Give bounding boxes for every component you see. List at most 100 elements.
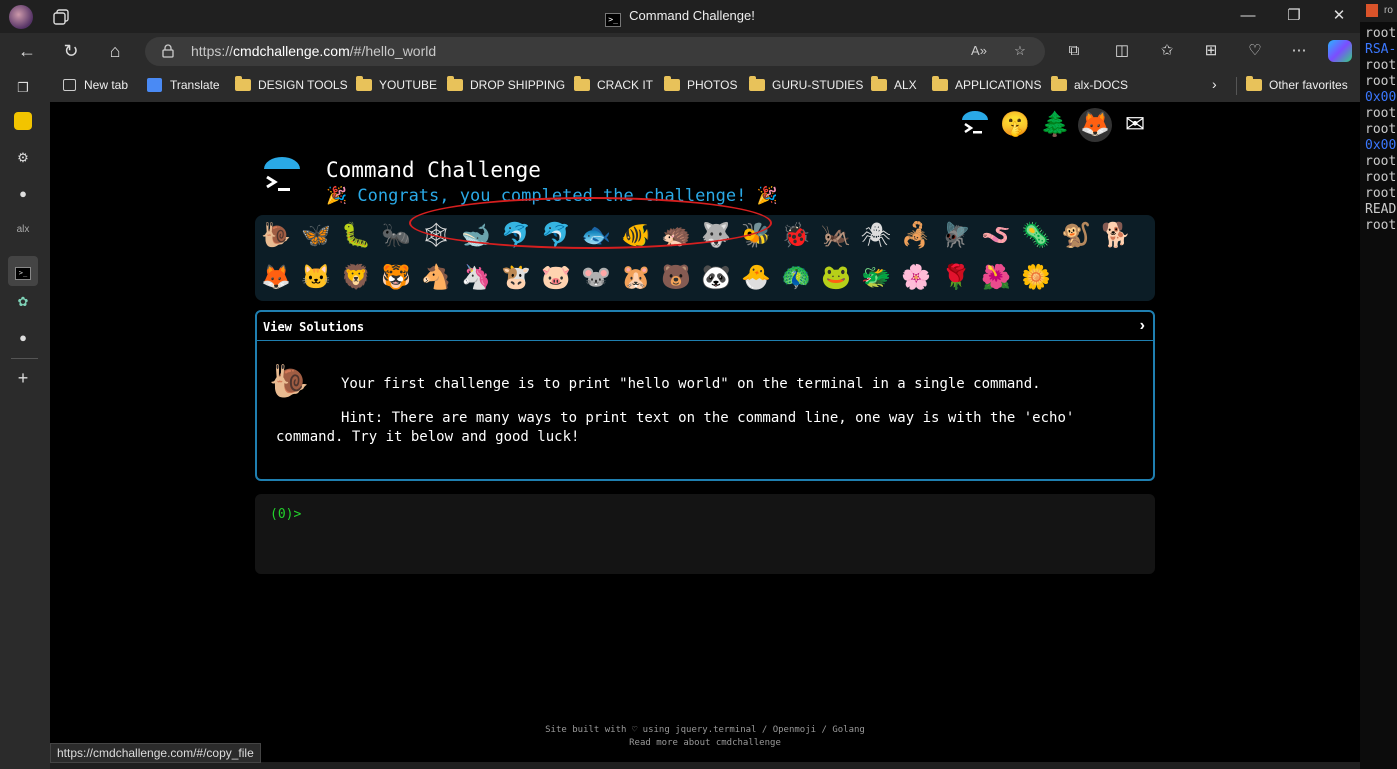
badge-cricket-icon[interactable]: 🦗 (819, 219, 853, 253)
favorite-design-tools[interactable]: DESIGN TOOLS (235, 76, 348, 92)
mail-icon[interactable]: ✉ (1118, 108, 1152, 142)
terminal[interactable]: (0)> (255, 494, 1155, 574)
badge-blossom-icon[interactable]: 🌸 (899, 261, 933, 295)
badge-horse-icon[interactable]: 🐴 (419, 261, 453, 295)
view-solutions-toggle[interactable]: View Solutions › (257, 312, 1153, 341)
badge-lion-icon[interactable]: 🦁 (339, 261, 373, 295)
close-button[interactable]: ✕ (1329, 6, 1349, 26)
terminal-line: root (1365, 218, 1397, 233)
terminal-title-text: ro (1384, 5, 1393, 16)
translate-icon (147, 78, 162, 92)
terminal-line: root (1365, 26, 1397, 41)
more-menu-icon[interactable]: ⋯ (1288, 40, 1310, 62)
read-aloud-icon[interactable]: A» (969, 41, 989, 61)
chevron-right-icon[interactable]: › (1140, 317, 1145, 335)
badge-cow-icon[interactable]: 🐮 (499, 261, 533, 295)
chatgpt-icon[interactable]: ✿ (13, 292, 33, 312)
back-button[interactable]: ← (15, 40, 39, 64)
badge-bear-icon[interactable]: 🐻 (659, 261, 693, 295)
lock-icon[interactable] (162, 44, 174, 58)
folder-icon (932, 76, 948, 91)
favorite-alx[interactable]: ALX (871, 76, 917, 92)
badge-mouse-icon[interactable]: 🐭 (579, 261, 613, 295)
alx-icon[interactable]: alx (13, 220, 33, 240)
badge-dragon-icon[interactable]: 🐲 (859, 261, 893, 295)
split-screen-icon[interactable]: ◫ (1111, 40, 1133, 62)
sidebar-divider (11, 358, 38, 359)
badge-rose-icon[interactable]: 🌹 (939, 261, 973, 295)
url-text[interactable]: https://cmdchallenge.com/#/hello_world (191, 43, 436, 59)
github-icon[interactable]: ● (13, 184, 33, 204)
terminal-line: root (1365, 170, 1397, 185)
badge-monkey-icon[interactable]: 🐒 (1059, 219, 1093, 253)
badge-dog-icon[interactable]: 🐕 (1099, 219, 1133, 253)
favorite-photos[interactable]: PHOTOS (664, 76, 737, 92)
favorite-alx-docs[interactable]: alx-DOCS (1051, 76, 1128, 92)
badge-peacock-icon[interactable]: 🦚 (779, 261, 813, 295)
challenge-panel: View Solutions › 🐌 Your first challenge … (255, 310, 1155, 481)
terminal-icon[interactable]: >_ (8, 256, 38, 286)
badge-panda-icon[interactable]: 🐼 (699, 261, 733, 295)
badge-unicorn-icon[interactable]: 🦄 (459, 261, 493, 295)
terminal-line: RSA- (1365, 42, 1397, 57)
favorite-other-favorites[interactable]: Other favorites (1246, 76, 1348, 92)
favorite-translate[interactable]: Translate (147, 78, 220, 92)
favorite-applications[interactable]: APPLICATIONS (932, 76, 1041, 92)
badge-cat-icon[interactable]: 🐱 (299, 261, 333, 295)
extension-icon[interactable]: ⚙ (13, 148, 33, 168)
favorite-drop-shipping[interactable]: DROP SHIPPING (447, 76, 565, 92)
favorite-crack-it[interactable]: CRACK IT (574, 76, 653, 92)
badge-sunflower-icon[interactable]: 🌼 (1019, 261, 1053, 295)
favorite-star-icon[interactable]: ☆ (1010, 41, 1030, 61)
badge-snail-icon[interactable]: 🐌 (259, 219, 293, 253)
ubuntu-icon (1366, 4, 1378, 17)
folder-icon (574, 76, 590, 91)
copilot-icon[interactable] (1328, 40, 1352, 62)
badge-microbe-icon[interactable]: 🦠 (1019, 219, 1053, 253)
chevron-right-icon[interactable]: › (1212, 76, 1217, 92)
cmdchallenge-logo-icon[interactable] (958, 108, 992, 142)
refresh-button[interactable]: ↻ (59, 40, 83, 64)
badge-caterpillar-icon[interactable]: 🐛 (339, 219, 373, 253)
folder-icon (1246, 76, 1262, 91)
extensions-icon[interactable]: ⧉ (1063, 40, 1085, 62)
gitlab-icon[interactable]: 🦊 (1078, 108, 1112, 142)
home-button[interactable]: ⌂ (103, 40, 127, 64)
badge-hamster-icon[interactable]: 🐹 (619, 261, 653, 295)
badge-fly-icon[interactable]: 🪰 (939, 219, 973, 253)
restore-button[interactable]: ❐ (1284, 6, 1304, 26)
minimize-button[interactable]: — (1238, 6, 1258, 26)
address-bar[interactable]: https://cmdchallenge.com/#/hello_world A… (145, 37, 1045, 66)
view-solutions-label: View Solutions (263, 320, 365, 334)
favorite-youtube[interactable]: YOUTUBE (356, 76, 437, 92)
badge-worm-icon[interactable]: 🪱 (979, 219, 1013, 253)
badge-fox-icon[interactable]: 🦊 (259, 261, 293, 295)
badge-chick-icon[interactable]: 🐣 (739, 261, 773, 295)
badge-butterfly-icon[interactable]: 🦋 (299, 219, 333, 253)
badge-frog-icon[interactable]: 🐸 (819, 261, 853, 295)
keep-icon[interactable] (14, 112, 32, 130)
folder-icon (447, 76, 463, 91)
badge-spider-icon[interactable]: 🕷 (859, 219, 893, 253)
badge-scorpion-icon[interactable]: 🦂 (899, 219, 933, 253)
favorites-icon[interactable]: ✩ (1156, 40, 1178, 62)
badge-ant-icon[interactable]: 🐜 (379, 219, 413, 253)
red-annotation-circle (409, 197, 772, 249)
favorite-guru-studies[interactable]: GURU-STUDIES (749, 76, 863, 92)
badge-ladybug-icon[interactable]: 🐞 (779, 219, 813, 253)
collections-icon[interactable]: ⊞ (1200, 40, 1222, 62)
tree-icon[interactable]: 🌲 (1038, 108, 1072, 142)
folder-icon (356, 76, 372, 91)
badge-flower-icon[interactable]: 🌺 (979, 261, 1013, 295)
new-tab-icon (63, 79, 76, 91)
badge-tiger-icon[interactable]: 🐯 (379, 261, 413, 295)
favorite-new-tab[interactable]: New tab (63, 78, 128, 92)
add-icon[interactable]: + (13, 368, 33, 388)
top-links: 🤫 🌲 🦊 ✉ (958, 108, 1158, 144)
github-icon-2[interactable]: ● (13, 328, 33, 348)
browser-essentials-icon[interactable]: ♡ (1244, 40, 1266, 62)
badge-pig-icon[interactable]: 🐷 (539, 261, 573, 295)
tab-actions-icon[interactable]: ❐ (13, 78, 33, 98)
shushing-face-icon[interactable]: 🤫 (998, 108, 1032, 142)
folder-icon (1051, 76, 1067, 91)
